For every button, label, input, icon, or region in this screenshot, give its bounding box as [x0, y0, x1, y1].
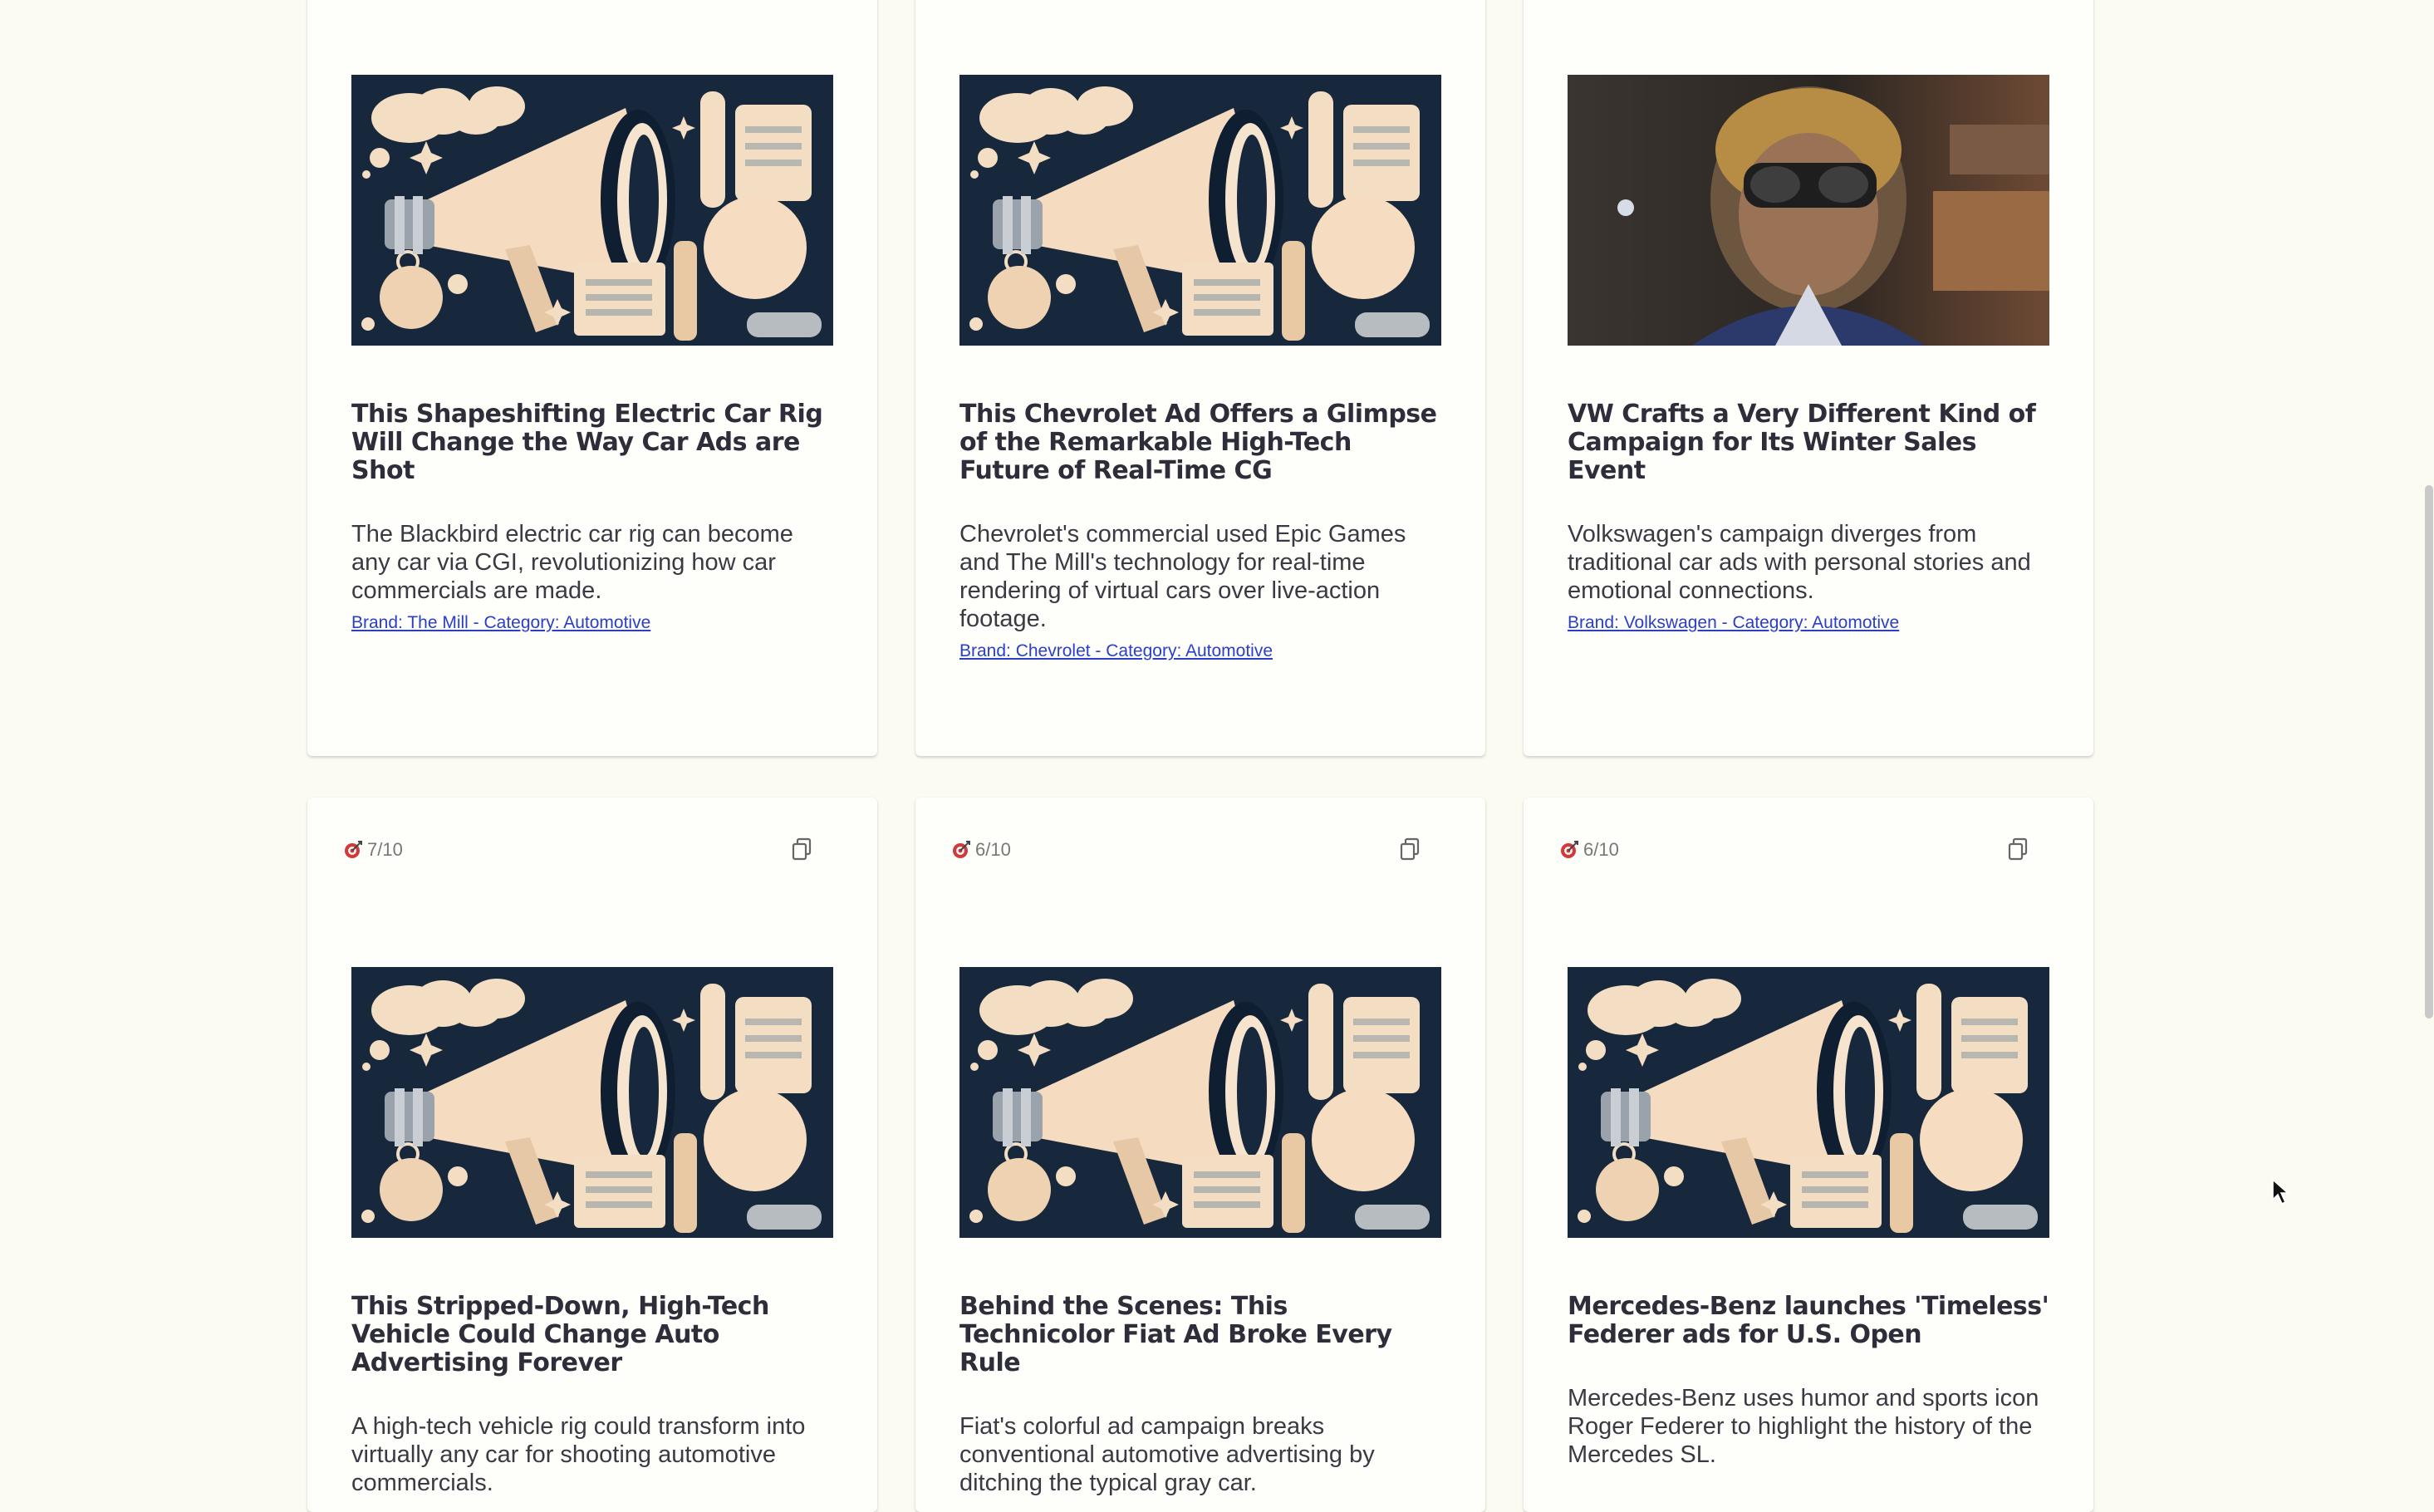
rating-value: 6/10: [1583, 839, 1619, 860]
mouse-cursor-icon: [2272, 1178, 2289, 1205]
target-icon: [344, 841, 362, 859]
target-icon: [1560, 841, 1578, 859]
copy-icon[interactable]: [2007, 837, 2029, 861]
article-card[interactable]: 7/10 This Stripped-Down, High-Tech Vehic…: [307, 798, 877, 1512]
article-title[interactable]: Behind the Scenes: This Technicolor Fiat…: [959, 1293, 1441, 1377]
brand-category-link[interactable]: Brand: The Mill - Category: Automotive: [351, 613, 650, 633]
copy-icon[interactable]: [791, 837, 812, 861]
article-thumbnail[interactable]: [959, 75, 1441, 346]
rating-value: 6/10: [975, 839, 1011, 860]
article-card[interactable]: VW Crafts a Very Different Kind of Campa…: [1524, 0, 2093, 756]
brand-category-link[interactable]: Brand: Volkswagen - Category: Automotive: [1568, 613, 1899, 633]
brand-category-link[interactable]: Brand: Chevrolet - Category: Automotive: [959, 641, 1273, 661]
article-title[interactable]: Mercedes-Benz launches 'Timeless' Federe…: [1568, 1293, 2049, 1349]
rating-value: 7/10: [367, 839, 403, 860]
article-title[interactable]: VW Crafts a Very Different Kind of Campa…: [1568, 400, 2049, 485]
article-description: Volkswagen's campaign diverges from trad…: [1568, 521, 2031, 604]
megaphone-illustration: [959, 75, 1441, 346]
article-thumbnail[interactable]: [1568, 967, 2049, 1238]
megaphone-illustration: [959, 967, 1441, 1238]
rating-badge: 6/10: [952, 839, 1011, 861]
megaphone-illustration: [351, 967, 833, 1238]
article-thumbnail[interactable]: [1568, 75, 2049, 346]
article-title[interactable]: This Shapeshifting Electric Car Rig Will…: [351, 400, 833, 485]
rating-badge: 6/10: [1560, 839, 1619, 861]
article-description: The Blackbird electric car rig can becom…: [351, 521, 793, 604]
article-description: Fiat's colorful ad campaign breaks conve…: [959, 1413, 1375, 1496]
target-icon: [952, 841, 970, 859]
article-title[interactable]: This Chevrolet Ad Offers a Glimpse of th…: [959, 400, 1441, 485]
article-card[interactable]: 6/10 Behind the Scenes: This Technicolor…: [915, 798, 1485, 1512]
megaphone-illustration: [1568, 967, 2049, 1238]
article-grid: This Shapeshifting Electric Car Rig Will…: [307, 0, 2093, 1512]
article-description: Chevrolet's commercial used Epic Games a…: [959, 521, 1406, 632]
article-thumbnail[interactable]: [959, 967, 1441, 1238]
article-card[interactable]: 6/10 Mercedes-Benz launches 'Timeless' F…: [1524, 798, 2093, 1512]
article-title[interactable]: This Stripped-Down, High-Tech Vehicle Co…: [351, 1293, 833, 1377]
article-thumbnail[interactable]: [351, 75, 833, 346]
article-description: Mercedes-Benz uses humor and sports icon…: [1568, 1385, 2039, 1468]
article-card[interactable]: This Shapeshifting Electric Car Rig Will…: [307, 0, 877, 756]
article-description: A high-tech vehicle rig could transform …: [351, 1413, 806, 1496]
driver-in-helmet-photo: [1568, 75, 2049, 346]
copy-icon[interactable]: [1399, 837, 1421, 861]
scrollbar-thumb[interactable]: [2425, 485, 2433, 1019]
page-scrollbar[interactable]: [2419, 0, 2434, 1490]
megaphone-illustration: [351, 75, 833, 346]
article-card[interactable]: This Chevrolet Ad Offers a Glimpse of th…: [915, 0, 1485, 756]
article-thumbnail[interactable]: [351, 967, 833, 1238]
rating-badge: 7/10: [344, 839, 403, 861]
